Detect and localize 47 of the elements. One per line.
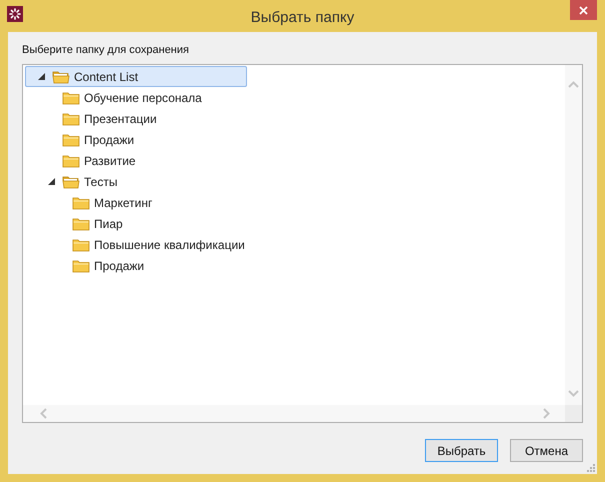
close-icon xyxy=(579,6,588,14)
app-icon xyxy=(7,6,23,22)
dialog-button[interactable]: Отмена xyxy=(510,439,583,462)
scroll-up-icon[interactable] xyxy=(568,81,579,88)
folder-icon xyxy=(72,216,90,230)
tree-item[interactable]: Презентации xyxy=(25,108,247,129)
tree-item-label: Обучение персонала xyxy=(84,90,202,106)
folder-icon xyxy=(62,132,80,146)
tree-item-label: Презентации xyxy=(84,110,157,128)
scroll-down-icon[interactable] xyxy=(568,390,579,397)
folder-icon xyxy=(72,238,90,252)
open-folder-icon xyxy=(62,174,80,188)
window-title: Выбрать папку xyxy=(250,8,356,28)
tree-item[interactable]: Content List xyxy=(25,66,247,87)
tree-item[interactable]: Развитие xyxy=(25,150,247,171)
close-button[interactable] xyxy=(570,0,597,20)
folder-icon xyxy=(62,154,80,168)
horizontal-scrollbar[interactable] xyxy=(23,405,565,422)
dialog-button[interactable]: Выбрать xyxy=(425,439,498,462)
scroll-right-icon[interactable] xyxy=(543,408,550,419)
tree-item-label: Повышение квалификации xyxy=(94,236,245,254)
prompt-label: Выберите папку для сохранения xyxy=(22,44,190,57)
tree-item[interactable]: Пиар xyxy=(25,213,247,234)
resize-grip-icon[interactable] xyxy=(587,464,595,472)
expander-icon[interactable] xyxy=(38,73,45,80)
tree-item-label: Тесты xyxy=(84,174,118,190)
folder-icon xyxy=(72,258,90,272)
tree-item[interactable]: Маркетинг xyxy=(25,192,247,213)
tree-item-label: Продажи xyxy=(84,132,134,148)
tree-item-label: Пиар xyxy=(94,216,123,232)
open-folder-icon xyxy=(52,70,70,84)
expander-icon[interactable] xyxy=(48,178,55,185)
tree-item-label: Развитие xyxy=(84,152,136,170)
folder-icon xyxy=(62,112,80,126)
tree-item[interactable]: Тесты xyxy=(25,171,247,192)
scroll-left-icon[interactable] xyxy=(40,408,47,419)
tree-item[interactable]: Повышение квалификации xyxy=(25,234,247,255)
tree-item[interactable]: Обучение персонала xyxy=(25,87,247,108)
folder-icon xyxy=(62,90,80,104)
tree-item[interactable]: Продажи xyxy=(25,129,247,150)
folder-icon xyxy=(72,196,90,210)
scrollbar-corner xyxy=(565,405,582,422)
tree-item-label: Content List xyxy=(74,68,138,86)
tree-item-label: Маркетинг xyxy=(94,194,152,212)
tree-item-label: Продажи xyxy=(94,258,144,274)
vertical-scrollbar[interactable] xyxy=(565,65,582,405)
tree-item[interactable]: Продажи xyxy=(25,255,247,276)
